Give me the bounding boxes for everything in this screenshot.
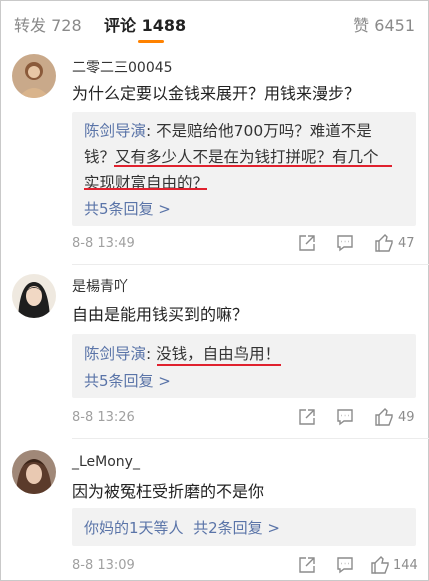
comment-item: 是楊青吖 自由是能用钱买到的嘛？ 陈剑导演: 没钱，自由鸟用！ 共5条回复 > … [0,272,429,432]
comment-icon[interactable] [336,408,354,426]
reply-box[interactable]: 陈剑导演: 没钱，自由鸟用！ 共5条回复 > [72,334,416,398]
thumbs-up-icon[interactable] [370,555,390,575]
reply-text-1: : 不是赔给他700万吗？难道不是 [146,122,372,140]
reply-author[interactable]: 陈剑导演 [84,122,146,140]
timestamp: 8-8 13:26 [72,410,135,425]
like-count: 49 [398,410,415,425]
more-replies-link[interactable]: 共2条回复 > [193,519,280,537]
tab-comment-label: 评论 [104,16,137,35]
more-replies-link[interactable]: 共5条回复 > [84,370,171,391]
reply-author[interactable]: 陈剑导演 [84,345,146,363]
thumbs-up-icon[interactable] [374,407,394,427]
avatar[interactable] [12,274,56,318]
username[interactable]: _LeMony_ [72,454,140,470]
timestamp: 8-8 13:09 [72,558,135,573]
tab-comment[interactable]: 评论 1488 [104,12,186,36]
tab-comment-count: 1488 [141,16,187,35]
share-icon[interactable] [298,556,316,574]
tab-like-label: 赞 [353,16,370,35]
reply-summary: 你妈的1天等人 共2条回复 > [84,517,280,538]
comment-icon[interactable] [336,556,354,574]
share-icon[interactable] [298,408,316,426]
liked-by-link[interactable]: 你妈的1天等人 [84,519,184,537]
tab-repost[interactable]: 转发 728 [14,12,82,36]
tab-repost-count: 728 [51,16,82,35]
comment-text: 为什么定要以金钱来展开？用钱来漫步？ [72,84,361,103]
timestamp: 8-8 13:49 [72,236,135,251]
active-tab-indicator [138,40,164,43]
username[interactable]: 是楊青吖 [72,276,128,296]
highlight-underline [157,364,281,366]
tab-repost-label: 转发 [14,16,47,35]
comment-text: 自由是能用钱买到的嘛？ [72,305,249,324]
like-count: 47 [398,236,415,251]
like-count: 144 [393,558,418,573]
reply-text-1: : 没钱，自由鸟用！ [146,345,281,363]
thumbs-up-icon[interactable] [374,233,394,253]
comment-icon[interactable] [336,234,354,252]
comment-text: 因为被冤枉受折磨的不是你 [72,482,265,501]
avatar[interactable] [12,54,56,98]
tab-bar: 转发 728 评论 1488 赞 6451 [0,0,429,44]
comment-item: _LeMony_ 因为被冤枉受折磨的不是你 你妈的1天等人 共2条回复 > 8-… [0,448,429,578]
comment-item: 二零二三00045 为什么定要以金钱来展开？用钱来漫步？ 陈剑导演: 不是赔给他… [0,52,429,262]
reply-box[interactable]: 陈剑导演: 不是赔给他700万吗？难道不是 钱？又有多少人不是在为钱打拼呢？有几… [72,112,416,226]
highlight-underline [114,165,392,167]
share-icon[interactable] [298,234,316,252]
tab-like[interactable]: 赞 6451 [353,12,415,36]
comment-divider [72,264,429,265]
tab-like-count: 6451 [374,16,415,35]
reply-line-2: 钱？又有多少人不是在为钱打拼呢？有几个 [84,148,379,166]
highlight-underline [84,188,207,190]
reply-line-1: 陈剑导演: 没钱，自由鸟用！ [84,342,280,364]
more-replies-link[interactable]: 共5条回复 > [84,198,171,219]
reply-line-1: 陈剑导演: 不是赔给他700万吗？难道不是 [84,119,372,141]
username[interactable]: 二零二三00045 [72,57,173,77]
reply-box[interactable]: 你妈的1天等人 共2条回复 > [72,508,416,546]
comment-divider [72,438,429,439]
avatar[interactable] [12,450,56,494]
